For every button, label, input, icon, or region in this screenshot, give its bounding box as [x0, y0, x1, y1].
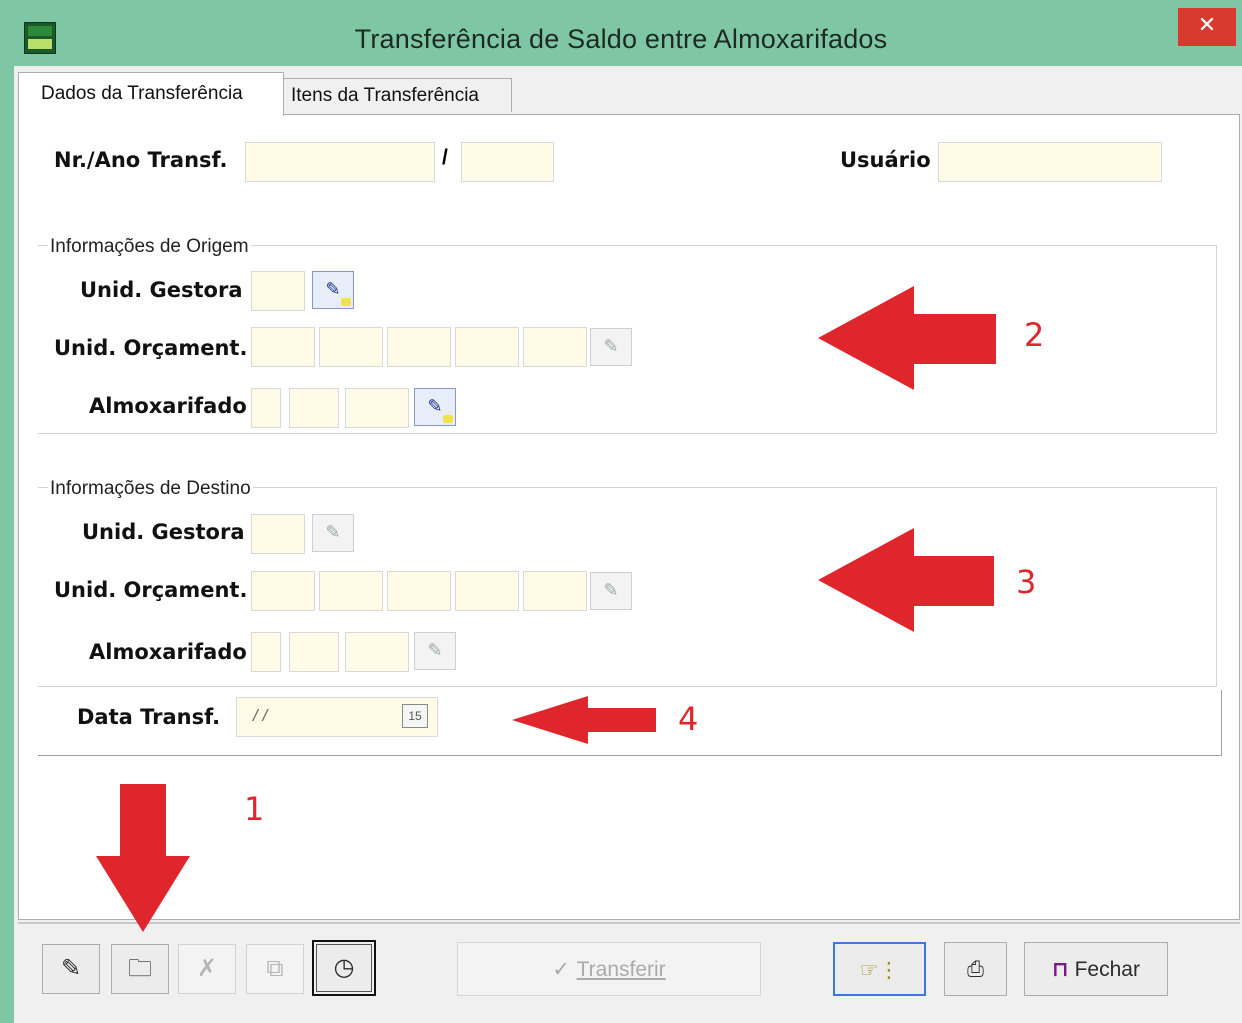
origem-almoxarifado-input-2[interactable] — [289, 388, 339, 428]
destino-unid-orcament-input-5[interactable] — [523, 571, 587, 611]
destino-unid-orcament-input-2[interactable] — [319, 571, 383, 611]
transferir-button[interactable]: ✓ Transferir — [457, 942, 761, 996]
data-row-right-border — [1221, 690, 1222, 756]
origem-unid-orcament-input-5[interactable] — [523, 327, 587, 367]
origem-group-title: Informações de Origem — [48, 236, 251, 258]
door-exit-icon: ⊓ — [1052, 957, 1069, 981]
destino-unid-orcament-lookup-icon[interactable]: ✎ — [590, 572, 632, 610]
destino-unid-gestora-lookup-icon[interactable]: ✎ — [312, 514, 354, 552]
origem-unid-gestora-label: Unid. Gestora — [80, 278, 243, 302]
nr-ano-separator: / — [442, 146, 448, 169]
origem-almoxarifado-input-3[interactable] — [345, 388, 409, 428]
copy-record-icon[interactable]: ⧉ — [246, 944, 304, 994]
origem-almoxarifado-label: Almoxarifado — [89, 394, 247, 418]
title-bar: Transferência de Saldo entre Almoxarifad… — [0, 0, 1242, 66]
destino-unid-gestora-input[interactable] — [251, 514, 305, 554]
destino-unid-orcament-input-3[interactable] — [387, 571, 451, 611]
origem-almoxarifado-lookup-icon[interactable]: ✎ — [414, 388, 456, 426]
fechar-button-label: Fechar — [1074, 958, 1140, 981]
delete-record-icon[interactable]: ✗ — [178, 944, 236, 994]
ano-transf-input[interactable] — [461, 142, 554, 182]
destino-almoxarifado-input-2[interactable] — [289, 632, 339, 672]
usuario-label: Usuário — [840, 148, 931, 172]
annotation-arrow-4 — [512, 696, 656, 744]
destino-unid-orcament-input-4[interactable] — [455, 571, 519, 611]
annotation-number-1: 1 — [244, 790, 265, 828]
tab-panel — [18, 114, 1240, 920]
annotation-number-4: 4 — [678, 700, 699, 738]
transferir-button-label: Transferir — [576, 958, 666, 981]
destino-almoxarifado-input-1[interactable] — [251, 632, 281, 672]
origem-unid-orcament-label: Unid. Orçament. — [54, 336, 248, 360]
annotation-number-3: 3 — [1016, 563, 1037, 601]
history-icon[interactable]: ◷ — [312, 940, 376, 996]
nr-ano-label: Nr./Ano Transf. — [54, 148, 228, 172]
close-button[interactable]: ✕ — [1178, 8, 1236, 46]
destino-group-bottom-border — [38, 686, 1216, 687]
annotation-arrow-2 — [818, 286, 996, 390]
nr-transf-input[interactable] — [245, 142, 435, 182]
origem-unid-orcament-input-4[interactable] — [455, 327, 519, 367]
destino-almoxarifado-lookup-icon[interactable]: ✎ — [414, 632, 456, 670]
open-folder-icon[interactable]: 🗀 — [111, 944, 169, 994]
annotation-number-2: 2 — [1024, 316, 1045, 354]
destino-unid-orcament-label: Unid. Orçament. — [54, 578, 248, 602]
origem-group-bottom-border — [38, 433, 1216, 434]
data-transf-label: Data Transf. — [77, 705, 221, 729]
origem-unid-gestora-input[interactable] — [251, 271, 305, 311]
tab-itens-da-transferencia[interactable]: Itens da Transferência — [282, 78, 512, 112]
origem-unid-gestora-lookup-icon[interactable]: ✎ — [312, 271, 354, 309]
destino-unid-orcament-input-1[interactable] — [251, 571, 315, 611]
origem-group-right-border — [1216, 245, 1217, 433]
origem-unid-orcament-input-3[interactable] — [387, 327, 451, 367]
calendar-icon[interactable]: 15 — [402, 704, 428, 728]
data-row-bottom-border — [38, 755, 1222, 756]
origem-unid-orcament-input-2[interactable] — [319, 327, 383, 367]
origem-almoxarifado-input-1[interactable] — [251, 388, 281, 428]
usuario-input[interactable] — [938, 142, 1162, 182]
fechar-button[interactable]: ⊓ Fechar — [1024, 942, 1168, 996]
pointer-hand-icon[interactable]: ☞⋮ — [833, 942, 926, 996]
origem-unid-orcament-input-1[interactable] — [251, 327, 315, 367]
window-title: Transferência de Saldo entre Almoxarifad… — [354, 24, 888, 54]
destino-group-title: Informações de Destino — [48, 478, 253, 500]
destino-unid-gestora-label: Unid. Gestora — [82, 520, 245, 544]
check-icon: ✓ — [552, 957, 577, 981]
annotation-arrow-3 — [818, 528, 994, 632]
destino-almoxarifado-label: Almoxarifado — [89, 640, 247, 664]
annotation-arrow-1 — [96, 784, 190, 932]
new-record-icon[interactable]: ✎ — [42, 944, 100, 994]
destino-group-right-border — [1216, 487, 1217, 687]
tab-dados-da-transferencia[interactable]: Dados da Transferência — [18, 72, 284, 116]
destino-almoxarifado-input-3[interactable] — [345, 632, 409, 672]
origem-unid-orcament-lookup-icon[interactable]: ✎ — [590, 328, 632, 366]
print-icon[interactable]: ⎙ — [944, 942, 1007, 996]
